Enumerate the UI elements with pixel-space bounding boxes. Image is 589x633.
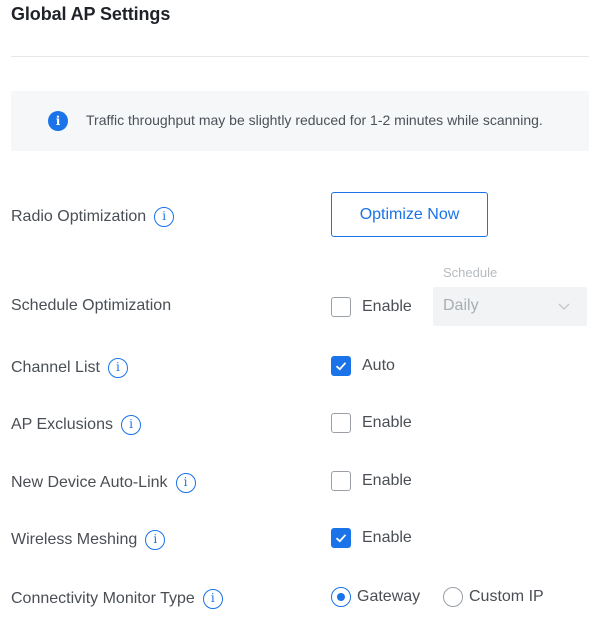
radio-label: Custom IP bbox=[469, 588, 544, 605]
radio-gateway[interactable]: Gateway bbox=[331, 586, 420, 608]
checkmark-icon bbox=[335, 534, 347, 543]
radio-selected[interactable] bbox=[331, 587, 351, 607]
ap-exclusions-row: AP Exclusions i bbox=[11, 414, 141, 436]
schedule-select[interactable]: Daily bbox=[433, 287, 587, 326]
info-tooltip-icon[interactable]: i bbox=[120, 415, 141, 435]
wireless-meshing-label: Wireless Meshing bbox=[11, 531, 138, 548]
checkbox-label: Auto bbox=[362, 357, 395, 374]
radio-optimization-label: Radio Optimization bbox=[11, 208, 147, 225]
checkbox-checked[interactable] bbox=[331, 528, 351, 548]
checkbox-label: Enable bbox=[362, 298, 412, 315]
radio-custom-ip[interactable]: Custom IP bbox=[443, 586, 544, 608]
checkbox-label: Enable bbox=[362, 529, 412, 546]
connectivity-monitor-row: Connectivity Monitor Type i bbox=[11, 588, 223, 610]
new-device-auto-link-label: New Device Auto-Link bbox=[11, 474, 168, 491]
checkbox-unchecked[interactable] bbox=[331, 413, 351, 433]
info-banner: i Traffic throughput may be slightly red… bbox=[11, 91, 589, 151]
info-tooltip-icon[interactable]: i bbox=[145, 530, 166, 550]
ap-exclusions-checkbox[interactable]: Enable bbox=[331, 412, 412, 434]
schedule-value: Daily bbox=[443, 297, 479, 314]
wireless-meshing-row: Wireless Meshing i bbox=[11, 529, 166, 551]
checkbox-unchecked[interactable] bbox=[331, 297, 351, 317]
checkbox-label: Enable bbox=[362, 414, 412, 431]
divider bbox=[11, 56, 589, 57]
channel-list-checkbox[interactable]: Auto bbox=[331, 355, 395, 377]
wireless-meshing-checkbox[interactable]: Enable bbox=[331, 527, 412, 549]
info-tooltip-icon[interactable]: i bbox=[175, 473, 196, 493]
info-tooltip-icon[interactable]: i bbox=[107, 358, 128, 378]
info-icon: i bbox=[48, 111, 68, 131]
schedule-label: Schedule bbox=[443, 265, 498, 280]
info-tooltip-icon[interactable]: i bbox=[154, 207, 175, 227]
radio-unselected[interactable] bbox=[443, 587, 463, 607]
channel-list-label: Channel List bbox=[11, 359, 100, 376]
optimize-now-button[interactable]: Optimize Now bbox=[331, 192, 488, 237]
chevron-down-icon bbox=[558, 303, 570, 310]
banner-message: Traffic throughput may be slightly reduc… bbox=[86, 112, 543, 128]
schedule-optimization-row: Schedule Optimization bbox=[11, 295, 171, 317]
ap-exclusions-label: AP Exclusions bbox=[11, 416, 113, 433]
checkbox-unchecked[interactable] bbox=[331, 471, 351, 491]
info-tooltip-icon[interactable]: i bbox=[202, 589, 223, 609]
schedule-optimization-checkbox[interactable]: Enable bbox=[331, 296, 412, 318]
connectivity-monitor-label: Connectivity Monitor Type bbox=[11, 590, 195, 607]
checkbox-checked[interactable] bbox=[331, 356, 351, 376]
new-device-auto-link-checkbox[interactable]: Enable bbox=[331, 470, 412, 492]
schedule-optimization-label: Schedule Optimization bbox=[11, 297, 172, 314]
new-device-auto-link-row: New Device Auto-Link i bbox=[11, 472, 196, 494]
checkmark-icon bbox=[335, 362, 347, 371]
radio-optimization-row: Radio Optimization i bbox=[11, 206, 175, 228]
channel-list-row: Channel List i bbox=[11, 357, 128, 379]
checkbox-label: Enable bbox=[362, 472, 412, 489]
radio-label: Gateway bbox=[357, 588, 421, 605]
page-title: Global AP Settings bbox=[11, 4, 171, 24]
